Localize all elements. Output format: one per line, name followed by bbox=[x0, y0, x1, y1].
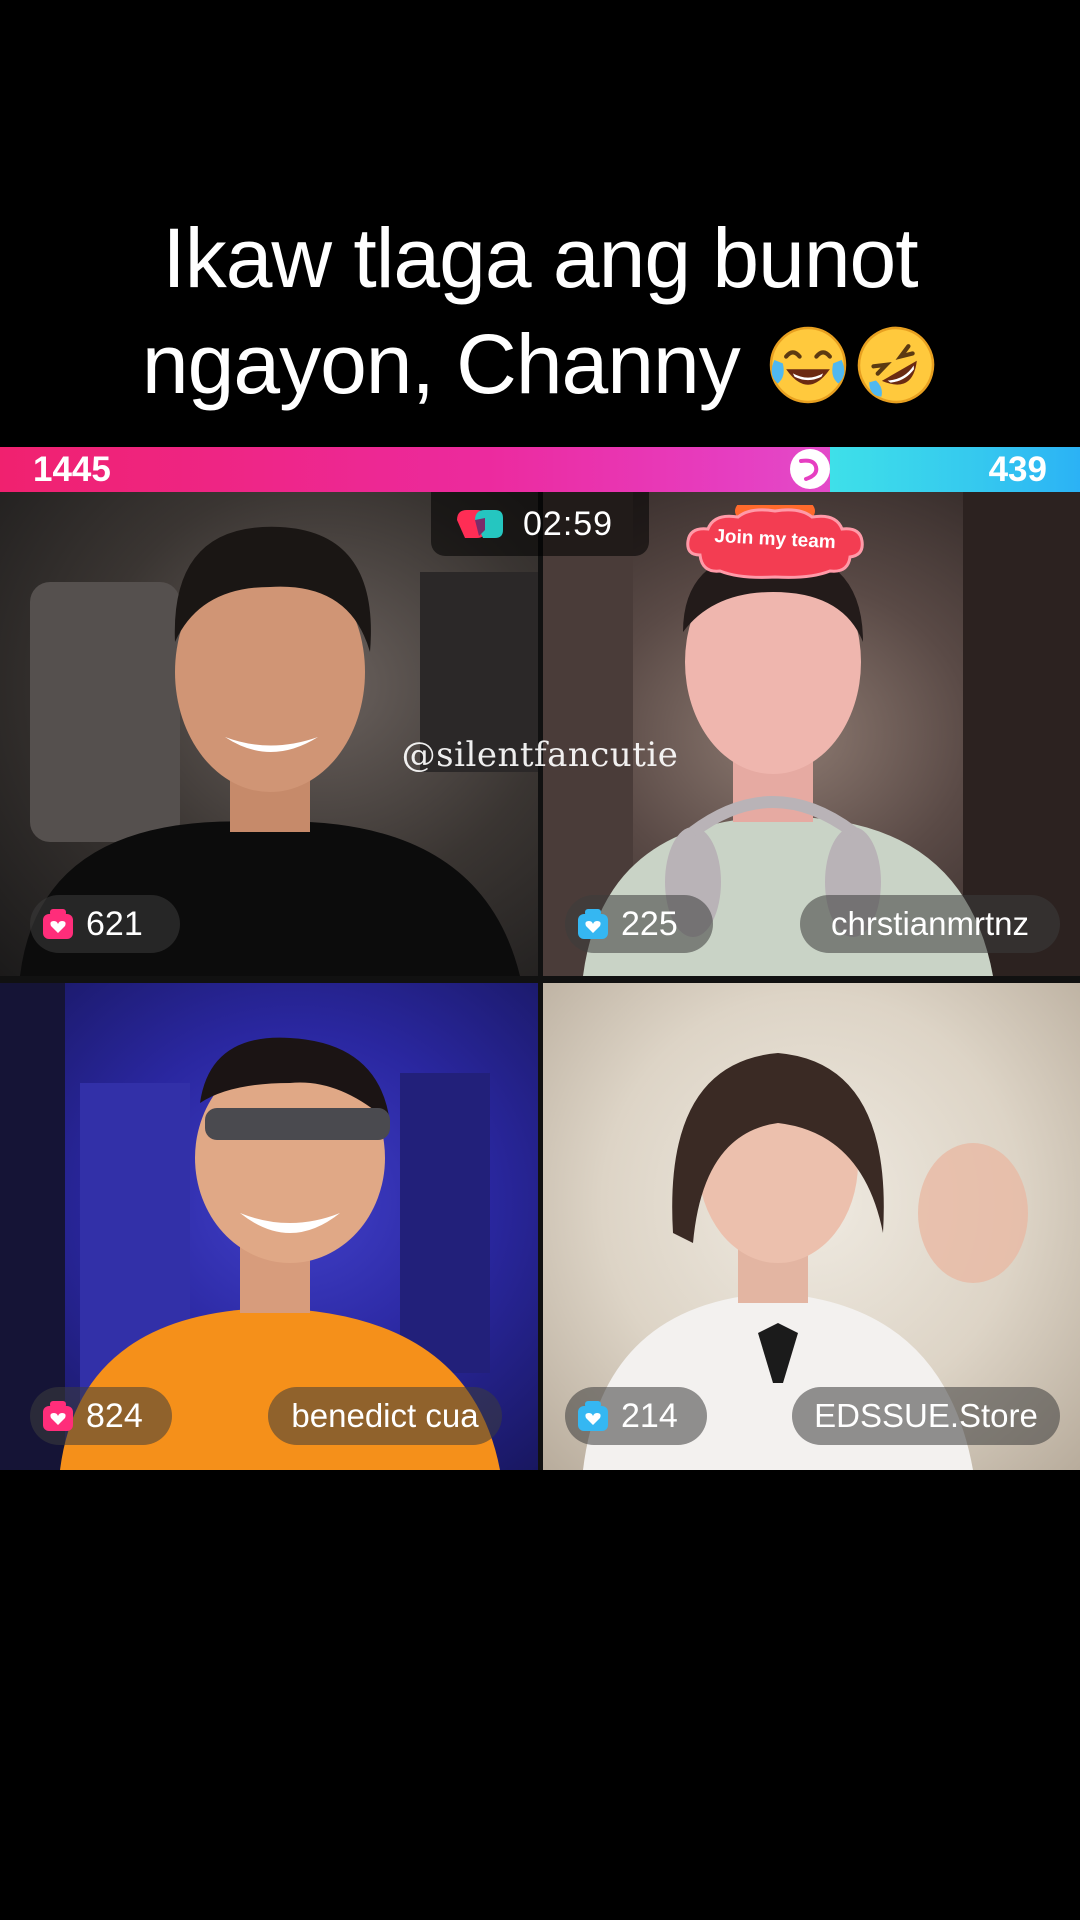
face-with-tears-of-joy-icon bbox=[769, 326, 847, 404]
blue-gift-icon bbox=[578, 909, 608, 939]
timer-value: 02:59 bbox=[523, 505, 614, 543]
participant-cam-4[interactable]: 214 EDSSUE.Store bbox=[543, 983, 1080, 1470]
battle-gloves-icon bbox=[457, 510, 503, 538]
blue-gift-icon bbox=[578, 1401, 608, 1431]
points-pill: 824 bbox=[30, 1387, 172, 1445]
battle-timer: 02:59 bbox=[431, 492, 649, 556]
points-pill: 214 bbox=[565, 1387, 707, 1445]
battle-grid: 621 225 chrstianmrtnz 824 benedict cua 2… bbox=[0, 492, 1080, 1470]
participant-cam-1[interactable]: 621 bbox=[0, 492, 538, 976]
battle-score-bar: 1445 439 bbox=[0, 447, 1080, 492]
rolling-laughing-icon bbox=[857, 326, 935, 404]
caption-line-2-text: ngayon, Channy bbox=[141, 317, 741, 411]
points-value: 225 bbox=[621, 905, 678, 943]
caption: Ikaw tlaga ang bunot ngayon, Channy bbox=[0, 205, 1080, 417]
points-pill: 225 bbox=[565, 895, 713, 953]
video-frame: Ikaw tlaga ang bunot ngayon, Channy 1445… bbox=[0, 0, 1080, 1920]
points-value: 621 bbox=[86, 905, 143, 943]
right-team-score: 439 bbox=[988, 450, 1047, 489]
participant-name[interactable]: benedict cua bbox=[268, 1387, 502, 1445]
watermark: @silentfancutie bbox=[401, 735, 679, 775]
participant-name[interactable]: chrstianmrtnz bbox=[800, 895, 1060, 953]
caption-line-2: ngayon, Channy bbox=[0, 311, 1080, 417]
points-value: 214 bbox=[621, 1397, 678, 1435]
caption-line-1: Ikaw tlaga ang bunot bbox=[162, 211, 918, 305]
participant-name[interactable]: EDSSUE.Store bbox=[792, 1387, 1060, 1445]
left-team-score: 1445 bbox=[33, 450, 111, 489]
points-value: 824 bbox=[86, 1397, 143, 1435]
points-pill: 621 bbox=[30, 895, 180, 953]
join-team-badge[interactable]: Join my team bbox=[680, 493, 870, 581]
pink-gift-icon bbox=[43, 909, 73, 939]
pink-gift-icon bbox=[43, 1401, 73, 1431]
streak-spark-icon bbox=[704, 449, 830, 489]
participant-cam-3[interactable]: 824 benedict cua bbox=[0, 983, 538, 1470]
